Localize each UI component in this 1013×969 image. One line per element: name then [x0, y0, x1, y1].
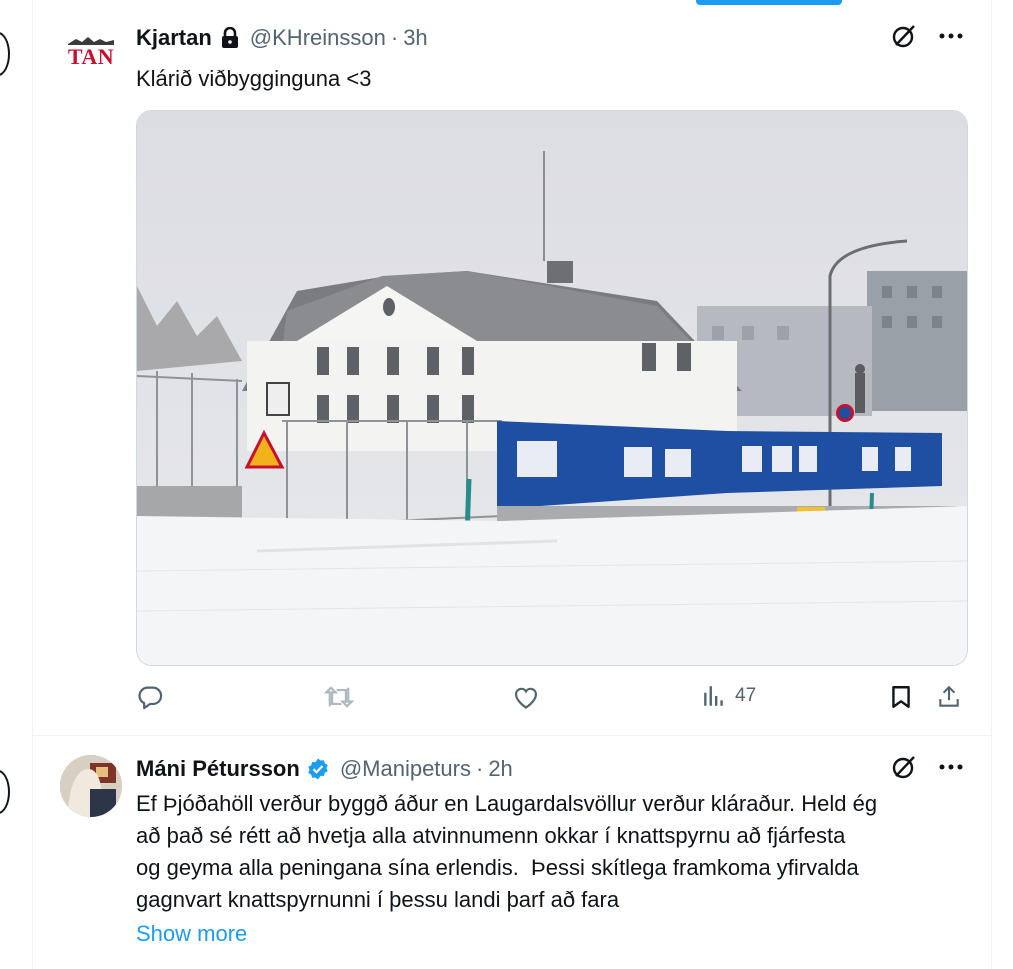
avatar-logo-text: TAN [67, 44, 115, 69]
separator: · [475, 756, 484, 781]
timeline-column: TAN Kjartan @KHreinsson · 3h Klárið viðb… [32, 0, 992, 969]
tweet-actions: 47 [136, 683, 966, 717]
author-handle[interactable]: @Manipeturs [340, 756, 471, 782]
views-count: 47 [735, 685, 757, 706]
avatar[interactable] [60, 755, 122, 817]
bookmark-icon [888, 683, 914, 711]
timestamp[interactable]: 3h [403, 25, 427, 51]
reply-button[interactable] [136, 683, 164, 711]
tweet-text-line: Ef Þjóðahöll verður byggð áður en Laugar… [136, 791, 878, 816]
bookmark-button[interactable] [888, 683, 914, 711]
avatar[interactable]: TAN [60, 22, 122, 84]
grok-icon[interactable] [891, 23, 917, 49]
tweet-text-line: að það sé rétt að hvetja alla atvinnumen… [136, 823, 846, 848]
tweet-header: Kjartan @KHreinsson · 3h [136, 23, 428, 53]
timestamp[interactable]: 2h [488, 756, 512, 782]
like-icon [512, 683, 540, 711]
verified-badge-icon [306, 757, 330, 781]
retweet-icon [324, 683, 354, 711]
reply-icon [136, 683, 164, 711]
views-button[interactable]: 47 [701, 683, 756, 709]
retweet-button[interactable] [324, 683, 354, 711]
tweet[interactable]: TAN Kjartan @KHreinsson · 3h Klárið viðb… [33, 5, 991, 736]
like-button[interactable] [512, 683, 540, 711]
tweet-text: Ef Þjóðahöll verður byggð áður en Laugar… [136, 788, 956, 950]
tweet-text-line: gagnvart knattspyrnunni í þessu landi þa… [136, 887, 620, 912]
share-icon [936, 683, 962, 711]
side-element [0, 770, 10, 814]
side-element [0, 32, 10, 76]
show-more-link[interactable]: Show more [136, 918, 956, 950]
more-icon[interactable] [939, 763, 963, 771]
grok-icon[interactable] [891, 754, 917, 780]
author-name[interactable]: Kjartan [136, 25, 212, 51]
tweet[interactable]: Máni Pétursson @Manipeturs · 2h Ef Þjóða… [33, 736, 991, 969]
author-handle[interactable]: @KHreinsson [250, 25, 386, 51]
views-icon [701, 683, 727, 709]
tweet-top-actions [891, 23, 963, 49]
author-name[interactable]: Máni Pétursson [136, 756, 300, 782]
more-icon[interactable] [939, 32, 963, 40]
tweet-text-line: og geyma alla peningana sína erlendis. Þ… [136, 855, 859, 880]
tweet-header: Máni Pétursson @Manipeturs · 2h [136, 754, 513, 784]
lock-icon [220, 27, 240, 49]
tweet-photo[interactable] [136, 110, 968, 666]
tweet-top-actions [891, 754, 963, 780]
share-button[interactable] [936, 683, 962, 711]
separator: · [390, 25, 399, 50]
tweet-text: Klárið viðbygginguna <3 [136, 66, 372, 91]
